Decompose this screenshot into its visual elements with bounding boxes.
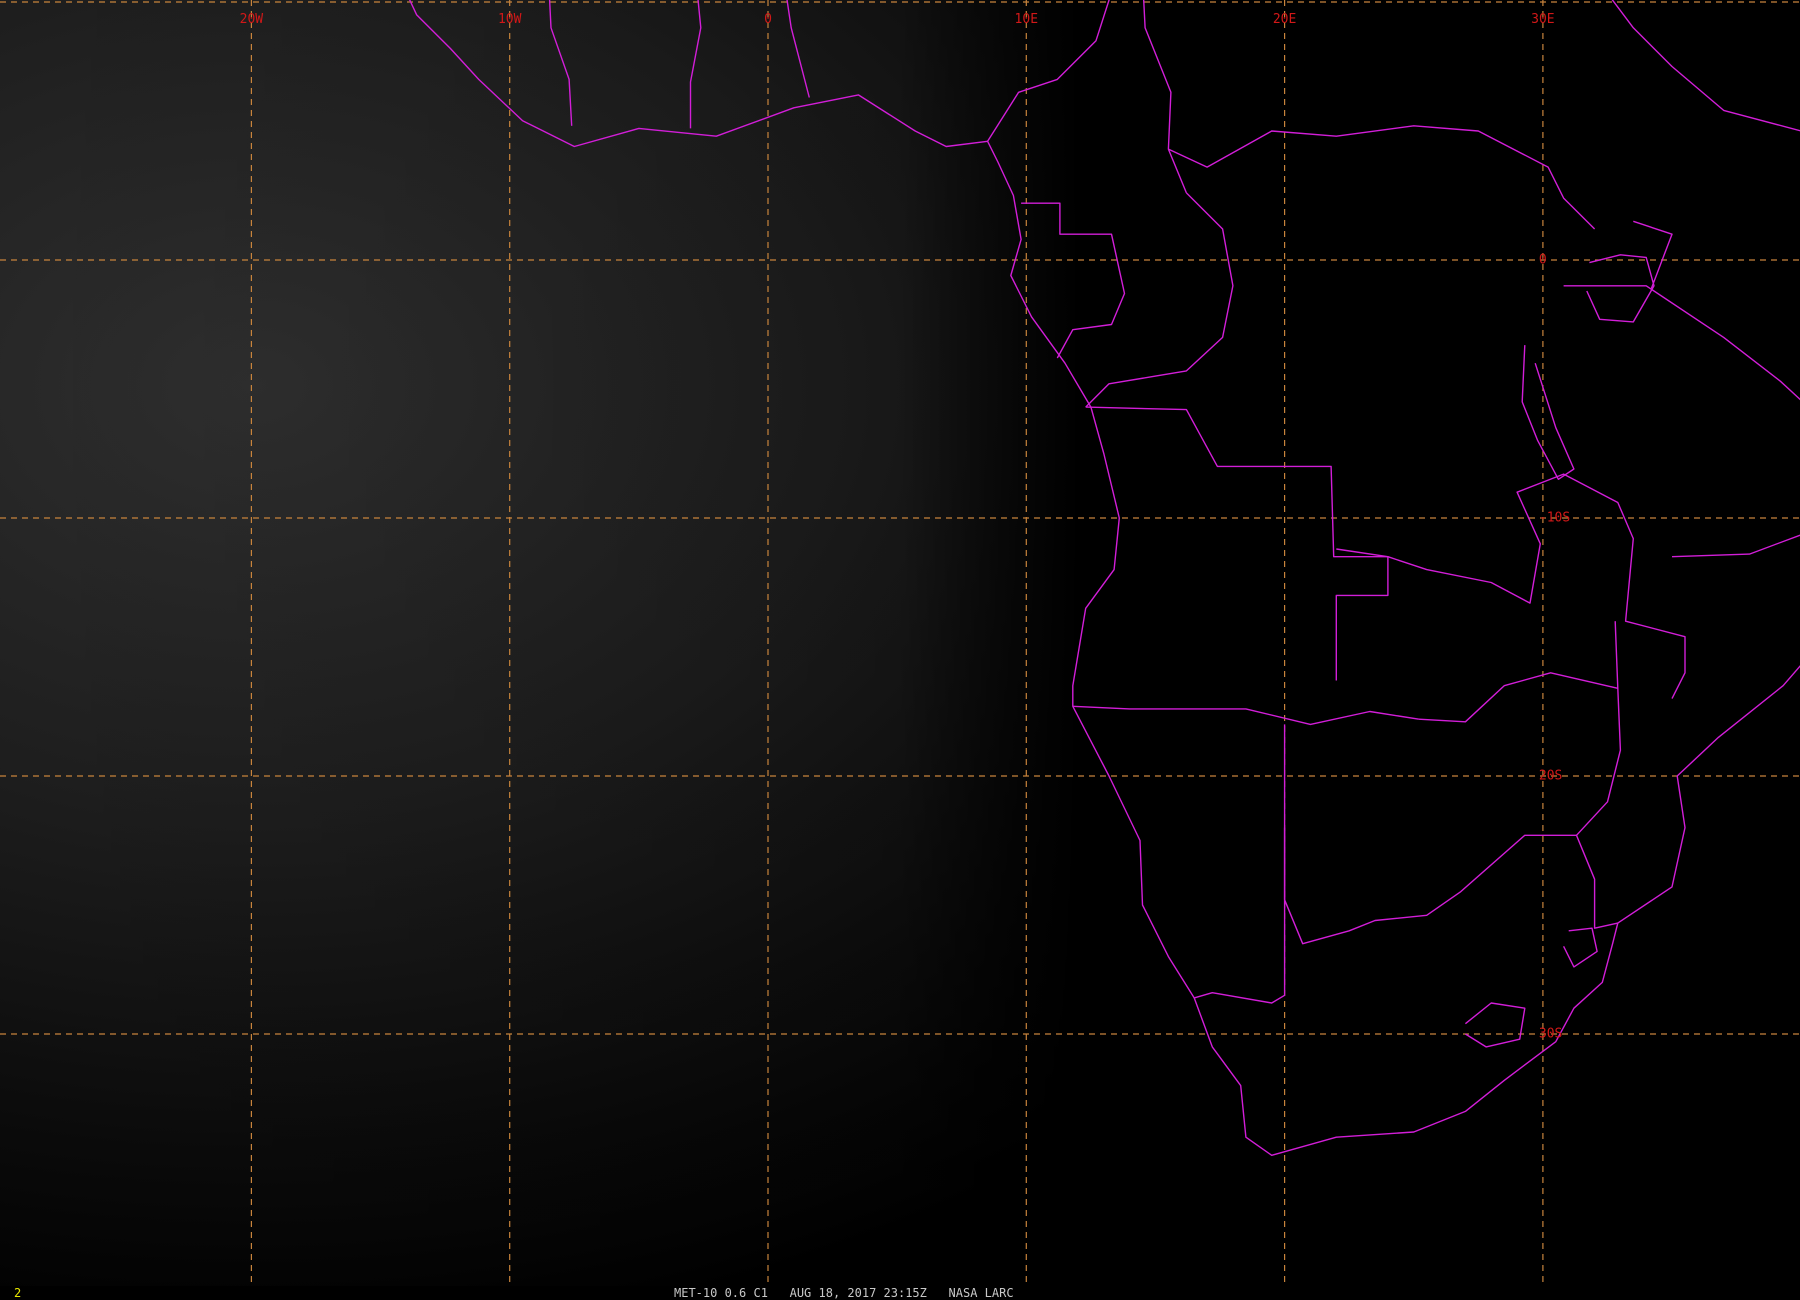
frame-number: 2 — [14, 1286, 22, 1300]
satellite-image — [0, 0, 1800, 1286]
status-bar: 2 MET-10 0.6 C1 AUG 18, 2017 23:15Z NASA… — [0, 1286, 1800, 1300]
image-caption: MET-10 0.6 C1 AUG 18, 2017 23:15Z NASA L… — [674, 1286, 1014, 1300]
meridian-label: 30E — [1531, 12, 1555, 27]
night-shade — [0, 0, 1800, 1286]
meridian-label: 20E — [1272, 12, 1297, 27]
parallel-label: 20S — [1538, 768, 1563, 784]
parallel-label: 30S — [1538, 1026, 1563, 1042]
meridian-label: 10W — [497, 12, 522, 27]
parallel-label: -10S — [1538, 510, 1571, 526]
parallel-label: 0 — [1538, 252, 1547, 268]
meridian-label: 0 — [764, 12, 772, 27]
meridian-label: 10E — [1014, 12, 1039, 27]
meridian-label: 20W — [239, 12, 264, 27]
